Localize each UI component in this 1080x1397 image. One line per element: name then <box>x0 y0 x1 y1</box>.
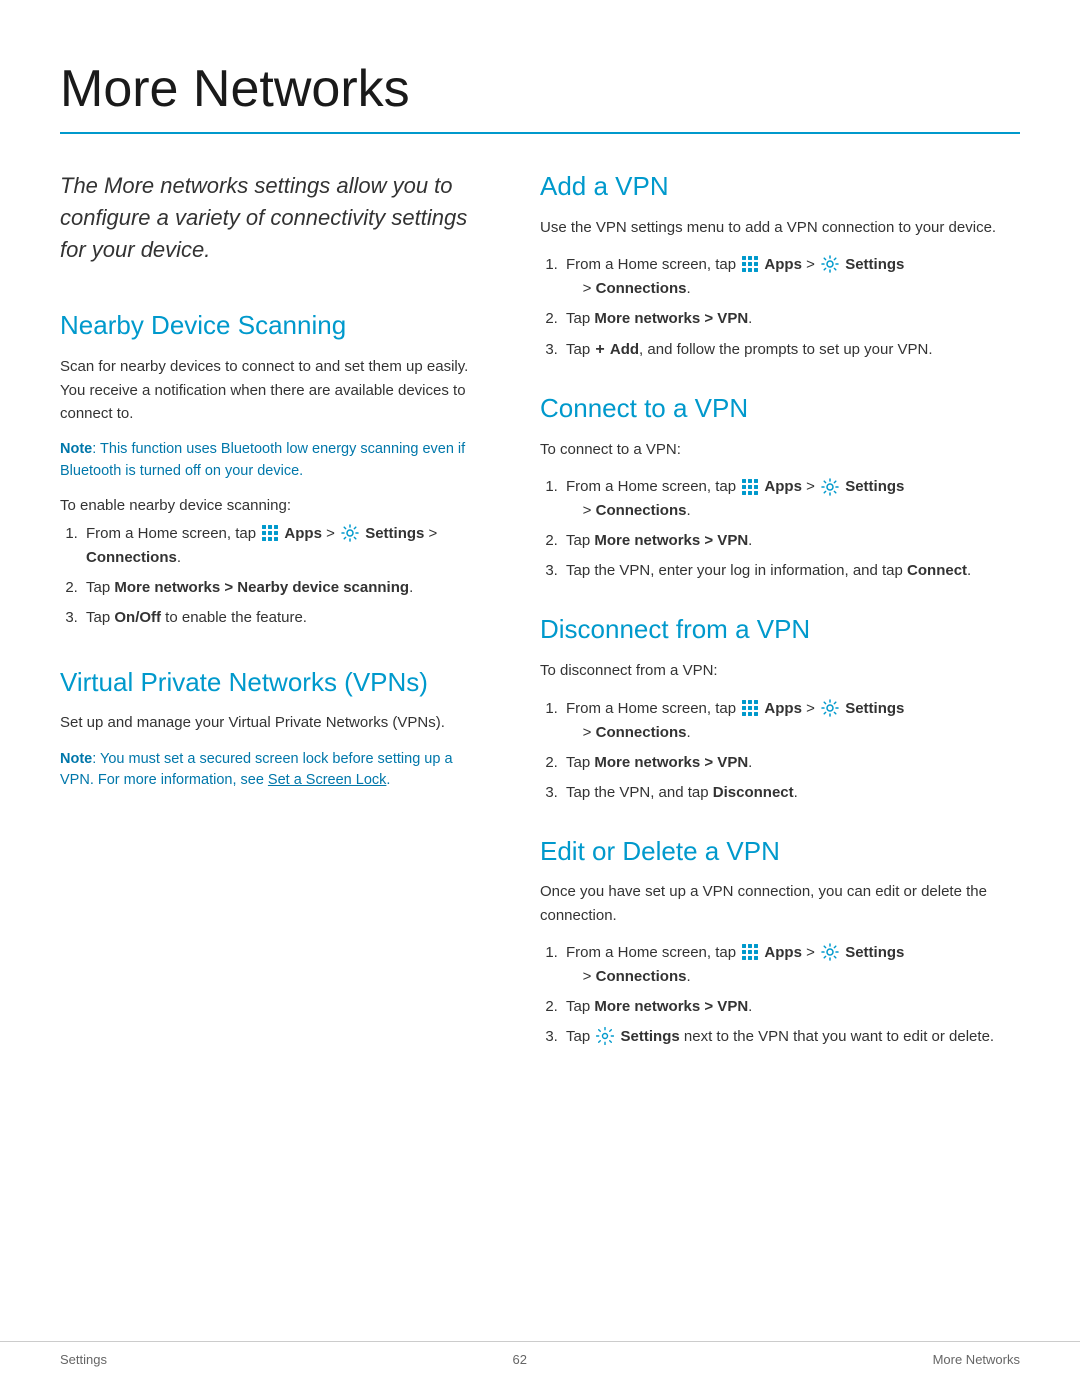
page-footer: Settings 62 More Networks <box>0 1341 1080 1367</box>
intro-text: The More networks settings allow you to … <box>60 170 480 266</box>
list-item: Tap the VPN, enter your log in informati… <box>562 559 1020 583</box>
section-edit-delete-vpn: Edit or Delete a VPN Once you have set u… <box>540 835 1020 1049</box>
list-item: Tap More networks > VPN. <box>562 307 1020 331</box>
footer-right: More Networks <box>933 1352 1020 1367</box>
settings-icon <box>821 478 839 496</box>
section-add-vpn: Add a VPN Use the VPN settings menu to a… <box>540 170 1020 363</box>
section-body-connect-vpn: To connect to a VPN: <box>540 438 1020 461</box>
list-item: From a Home screen, tap Apps > Settings … <box>562 475 1020 523</box>
section-vpn: Virtual Private Networks (VPNs) Set up a… <box>60 666 480 793</box>
note-vpn: Note: You must set a secured screen lock… <box>60 749 480 793</box>
section-body-add-vpn: Use the VPN settings menu to add a VPN c… <box>540 216 1020 239</box>
section-disconnect-vpn: Disconnect from a VPN To disconnect from… <box>540 613 1020 804</box>
section-title-connect-vpn: Connect to a VPN <box>540 392 1020 426</box>
list-item: From a Home screen, tap Apps > Settings … <box>562 253 1020 301</box>
section-nearby-device-scanning: Nearby Device Scanning Scan for nearby d… <box>60 309 480 629</box>
list-item: Tap + Add, and follow the prompts to set… <box>562 337 1020 363</box>
section-title-edit-delete-vpn: Edit or Delete a VPN <box>540 835 1020 869</box>
section-title-add-vpn: Add a VPN <box>540 170 1020 204</box>
left-column: The More networks settings allow you to … <box>60 170 480 1079</box>
steps-list-nearby: From a Home screen, tap Apps > Settings … <box>60 522 480 630</box>
apps-icon <box>742 479 758 495</box>
section-title-vpn: Virtual Private Networks (VPNs) <box>60 666 480 700</box>
section-body-vpn: Set up and manage your Virtual Private N… <box>60 711 480 734</box>
apps-icon <box>742 944 758 960</box>
settings-icon <box>821 255 839 273</box>
steps-intro-nearby: To enable nearby device scanning: <box>60 497 480 514</box>
two-column-layout: The More networks settings allow you to … <box>60 170 1020 1079</box>
footer-center: 62 <box>513 1352 527 1367</box>
page-container: More Networks The More networks settings… <box>0 0 1080 1159</box>
apps-icon <box>262 525 278 541</box>
section-title-disconnect-vpn: Disconnect from a VPN <box>540 613 1020 647</box>
steps-list-connect-vpn: From a Home screen, tap Apps > Settings … <box>540 475 1020 583</box>
settings-icon <box>341 524 359 542</box>
list-item: From a Home screen, tap Apps > Settings … <box>562 697 1020 745</box>
section-body-disconnect-vpn: To disconnect from a VPN: <box>540 659 1020 682</box>
section-title-nearby: Nearby Device Scanning <box>60 309 480 343</box>
note-nearby: Note: This function uses Bluetooth low e… <box>60 439 480 483</box>
gear-icon <box>596 1027 614 1045</box>
list-item: Tap the VPN, and tap Disconnect. <box>562 781 1020 805</box>
page-title: More Networks <box>60 60 1020 120</box>
list-item: Tap On/Off to enable the feature. <box>82 606 480 630</box>
apps-icon <box>742 256 758 272</box>
steps-list-edit-delete-vpn: From a Home screen, tap Apps > Settings … <box>540 941 1020 1049</box>
list-item: Tap More networks > VPN. <box>562 995 1020 1019</box>
screen-lock-link[interactable]: Set a Screen Lock <box>268 772 387 788</box>
title-divider <box>60 132 1020 134</box>
settings-icon <box>821 699 839 717</box>
section-connect-vpn: Connect to a VPN To connect to a VPN: Fr… <box>540 392 1020 583</box>
steps-list-disconnect-vpn: From a Home screen, tap Apps > Settings … <box>540 697 1020 805</box>
section-body-nearby: Scan for nearby devices to connect to an… <box>60 355 480 425</box>
list-item: From a Home screen, tap Apps > Settings … <box>562 941 1020 989</box>
list-item: Tap More networks > Nearby device scanni… <box>82 576 480 600</box>
apps-icon <box>742 700 758 716</box>
footer-left: Settings <box>60 1352 107 1367</box>
section-body-edit-delete-vpn: Once you have set up a VPN connection, y… <box>540 880 1020 927</box>
steps-list-add-vpn: From a Home screen, tap Apps > Settings … <box>540 253 1020 363</box>
settings-icon <box>821 943 839 961</box>
plus-icon: + <box>595 337 604 363</box>
list-item: From a Home screen, tap Apps > Settings … <box>82 522 480 570</box>
list-item: Tap More networks > VPN. <box>562 529 1020 553</box>
list-item: Tap Settings next to the VPN that you wa… <box>562 1025 1020 1049</box>
list-item: Tap More networks > VPN. <box>562 751 1020 775</box>
right-column: Add a VPN Use the VPN settings menu to a… <box>540 170 1020 1079</box>
